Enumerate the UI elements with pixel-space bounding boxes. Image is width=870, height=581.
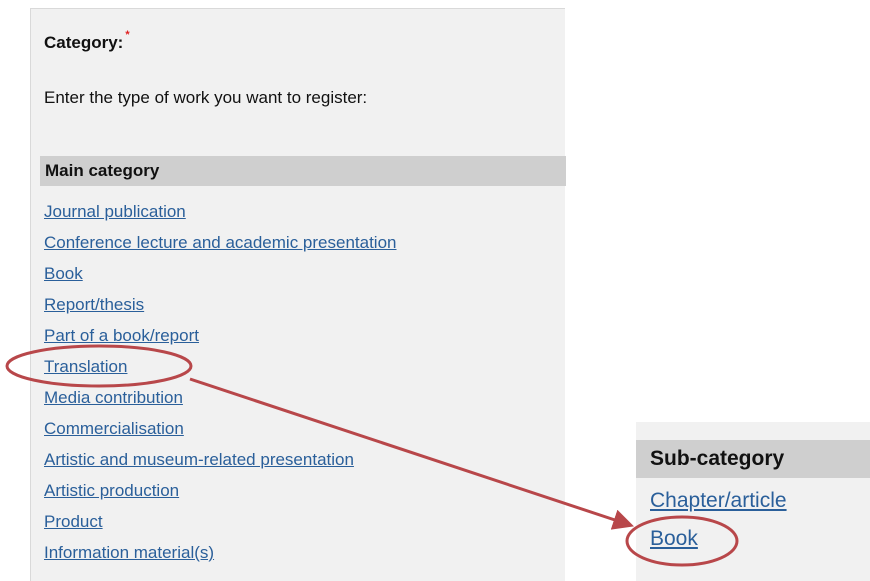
list-item: Part of a book/report [44,320,397,351]
list-item: Artistic production [44,475,397,506]
list-item: Translation [44,351,397,382]
list-item: Media contribution [44,382,397,413]
main-category-conference-lecture-link[interactable]: Conference lecture and academic presenta… [44,233,397,252]
sub-category-book-link[interactable]: Book [650,527,698,550]
list-item: Chapter/article [650,482,787,520]
main-category-information-material-link[interactable]: Information material(s) [44,543,214,562]
main-category-artistic-museum-link[interactable]: Artistic and museum-related presentation [44,450,354,469]
main-category-artistic-production-link[interactable]: Artistic production [44,481,179,500]
list-item: Journal publication [44,196,397,227]
sub-category-chapter-article-link[interactable]: Chapter/article [650,489,787,512]
list-item: Product [44,506,397,537]
main-category-product-link[interactable]: Product [44,512,103,531]
sub-category-panel: Sub-category Chapter/article Book [636,422,870,581]
category-label: Category: * [44,29,130,53]
category-label-text: Category: [44,33,124,52]
main-category-part-of-book-link[interactable]: Part of a book/report [44,326,199,345]
main-category-journal-publication-link[interactable]: Journal publication [44,202,186,221]
list-item: Commercialisation [44,413,397,444]
list-item: Book [650,520,787,558]
main-category-book-link[interactable]: Book [44,264,83,283]
list-item: Report/thesis [44,289,397,320]
instruction-text: Enter the type of work you want to regis… [44,88,368,107]
main-category-translation-link[interactable]: Translation [44,357,127,376]
main-category-commercialisation-link[interactable]: Commercialisation [44,419,184,438]
list-item: Artistic and museum-related presentation [44,444,397,475]
category-panel: Category: * Enter the type of work you wa… [30,8,566,581]
main-category-header: Main category [40,156,566,186]
sub-category-list: Chapter/article Book [650,482,787,558]
list-item: Book [44,258,397,289]
main-category-report-thesis-link[interactable]: Report/thesis [44,295,144,314]
list-item: Conference lecture and academic presenta… [44,227,397,258]
sub-category-header: Sub-category [636,440,870,478]
main-category-media-contribution-link[interactable]: Media contribution [44,388,183,407]
main-category-list: Journal publication Conference lecture a… [44,196,397,568]
required-marker: * [125,29,130,41]
list-item: Information material(s) [44,537,397,568]
